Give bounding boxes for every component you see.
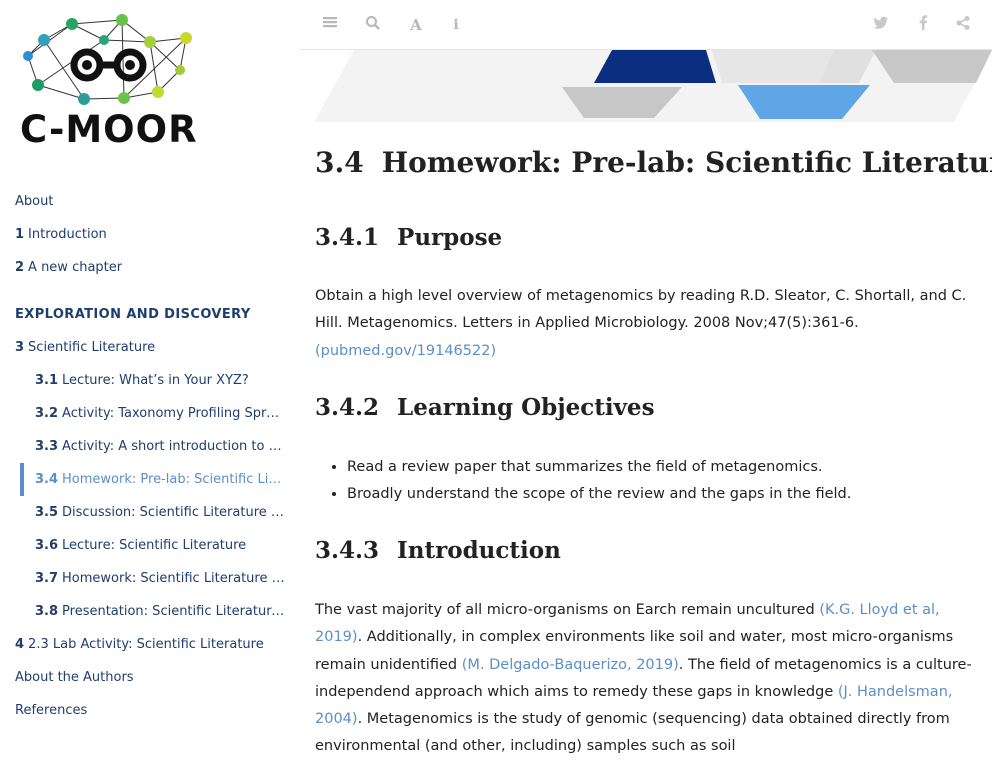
toc-part-heading: EXPLORATION AND DISCOVERY (15, 307, 251, 322)
section-heading-learning-objectives: 3.4.2 Learning Objectives (315, 394, 655, 421)
network-logo-graphic (23, 14, 192, 105)
search-icon[interactable] (363, 15, 383, 35)
toc-item-3-6[interactable]: 3.6 Lecture: Scientific Literature (35, 538, 246, 554)
section-heading-purpose: 3.4.1 Purpose (315, 224, 503, 251)
toc-item-4[interactable]: 4 2.3 Lab Activity: Scientific Literature (15, 637, 264, 653)
introduction-paragraph: The vast majority of all micro-organisms… (315, 602, 972, 755)
toc-item-3-5[interactable]: 3.5 Discussion: Scientific Literature P… (35, 505, 285, 521)
share-icon[interactable] (953, 15, 973, 35)
page-title: 3.4 Homework: Pre-lab: Scientific Literat… (315, 146, 992, 179)
toc-item-about[interactable]: About (15, 194, 53, 210)
twitter-icon[interactable] (871, 15, 891, 35)
list-item: Broadly understand the scope of the revi… (347, 481, 851, 508)
toc-item-3-4-active[interactable]: 3.4 Homework: Pre-lab: Scientific Lite… (35, 472, 285, 488)
toc-item-3-8[interactable]: 3.8 Presentation: Scientific Literature… (35, 604, 285, 620)
toc-item-references[interactable]: References (15, 703, 87, 719)
purpose-paragraph: Obtain a high level overview of metageno… (315, 288, 967, 359)
toc-item-introduction[interactable]: 1 Introduction (15, 227, 107, 243)
c-moor-logo[interactable]: C-MOOR (18, 12, 208, 152)
toc-item-3-1[interactable]: 3.1 Lecture: What’s in Your XYZ? (35, 373, 249, 389)
section-heading-introduction: 3.4.3 Introduction (315, 537, 561, 564)
toc-item-about-authors[interactable]: About the Authors (15, 670, 134, 686)
objectives-list: Read a review paper that summarizes the … (315, 454, 851, 509)
citation-link-delgado-baquerizo[interactable]: (M. Delgado-Baquerizo, 2019) (462, 657, 679, 673)
list-item: Read a review paper that summarizes the … (347, 454, 851, 481)
toc-item-scientific-literature[interactable]: 3 Scientific Literature (15, 340, 155, 356)
toc-item-3-7[interactable]: 3.7 Homework: Scientific Literature A… (35, 571, 285, 587)
info-icon[interactable]: i (446, 15, 466, 35)
active-indicator (20, 463, 24, 496)
pubmed-link[interactable]: (pubmed.gov/19146522) (315, 343, 496, 359)
toc-item-3-2[interactable]: 3.2 Activity: Taxonomy Profiling Spre… (35, 406, 285, 422)
list-icon[interactable] (320, 15, 340, 35)
toc-item-new-chapter[interactable]: 2A new chapter (15, 260, 122, 276)
top-toolbar: A i (300, 0, 992, 50)
facebook-icon[interactable] (913, 15, 933, 35)
font-icon[interactable]: A (406, 15, 426, 35)
sidebar: C-MOOR About 1 Introduction 2A new chapte… (0, 0, 300, 744)
toc-item-3-3[interactable]: 3.3 Activity: A short introduction to G… (35, 439, 285, 455)
header-banner-graphic (314, 50, 992, 122)
logo-text: C-MOOR (20, 108, 198, 151)
